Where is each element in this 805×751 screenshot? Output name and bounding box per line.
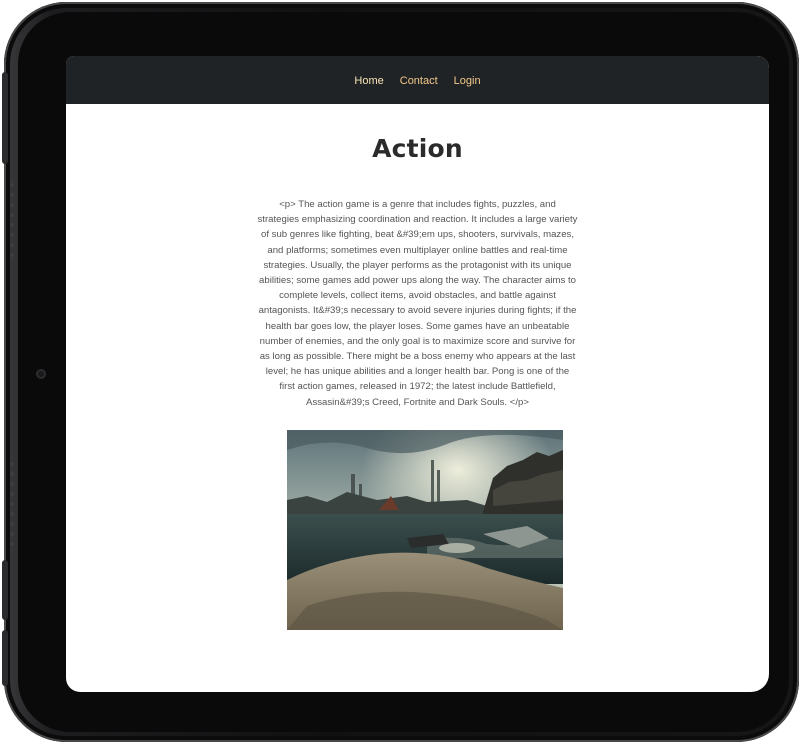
- game-screenshot-image: [287, 430, 563, 630]
- article-body: <p> The action game is a genre that incl…: [257, 199, 578, 408]
- nav-login-link[interactable]: Login: [454, 75, 481, 87]
- volume-down-button: [2, 560, 8, 620]
- nav-contact-link[interactable]: Contact: [400, 75, 438, 87]
- speaker-grille-bottom: [10, 462, 14, 546]
- side-button: [2, 630, 8, 686]
- nav-home-link[interactable]: Home: [354, 75, 383, 87]
- tablet-mockup: Home Contact Login Action <p> The action…: [0, 0, 805, 751]
- volume-up-button: [2, 72, 8, 164]
- speaker-grille-top: [10, 183, 14, 257]
- front-camera-icon: [36, 369, 46, 379]
- tablet-screen: Home Contact Login Action <p> The action…: [66, 56, 769, 692]
- top-navbar: Home Contact Login: [66, 56, 769, 104]
- page-title: Action: [372, 134, 463, 163]
- harbor-scene-illustration: [287, 430, 563, 630]
